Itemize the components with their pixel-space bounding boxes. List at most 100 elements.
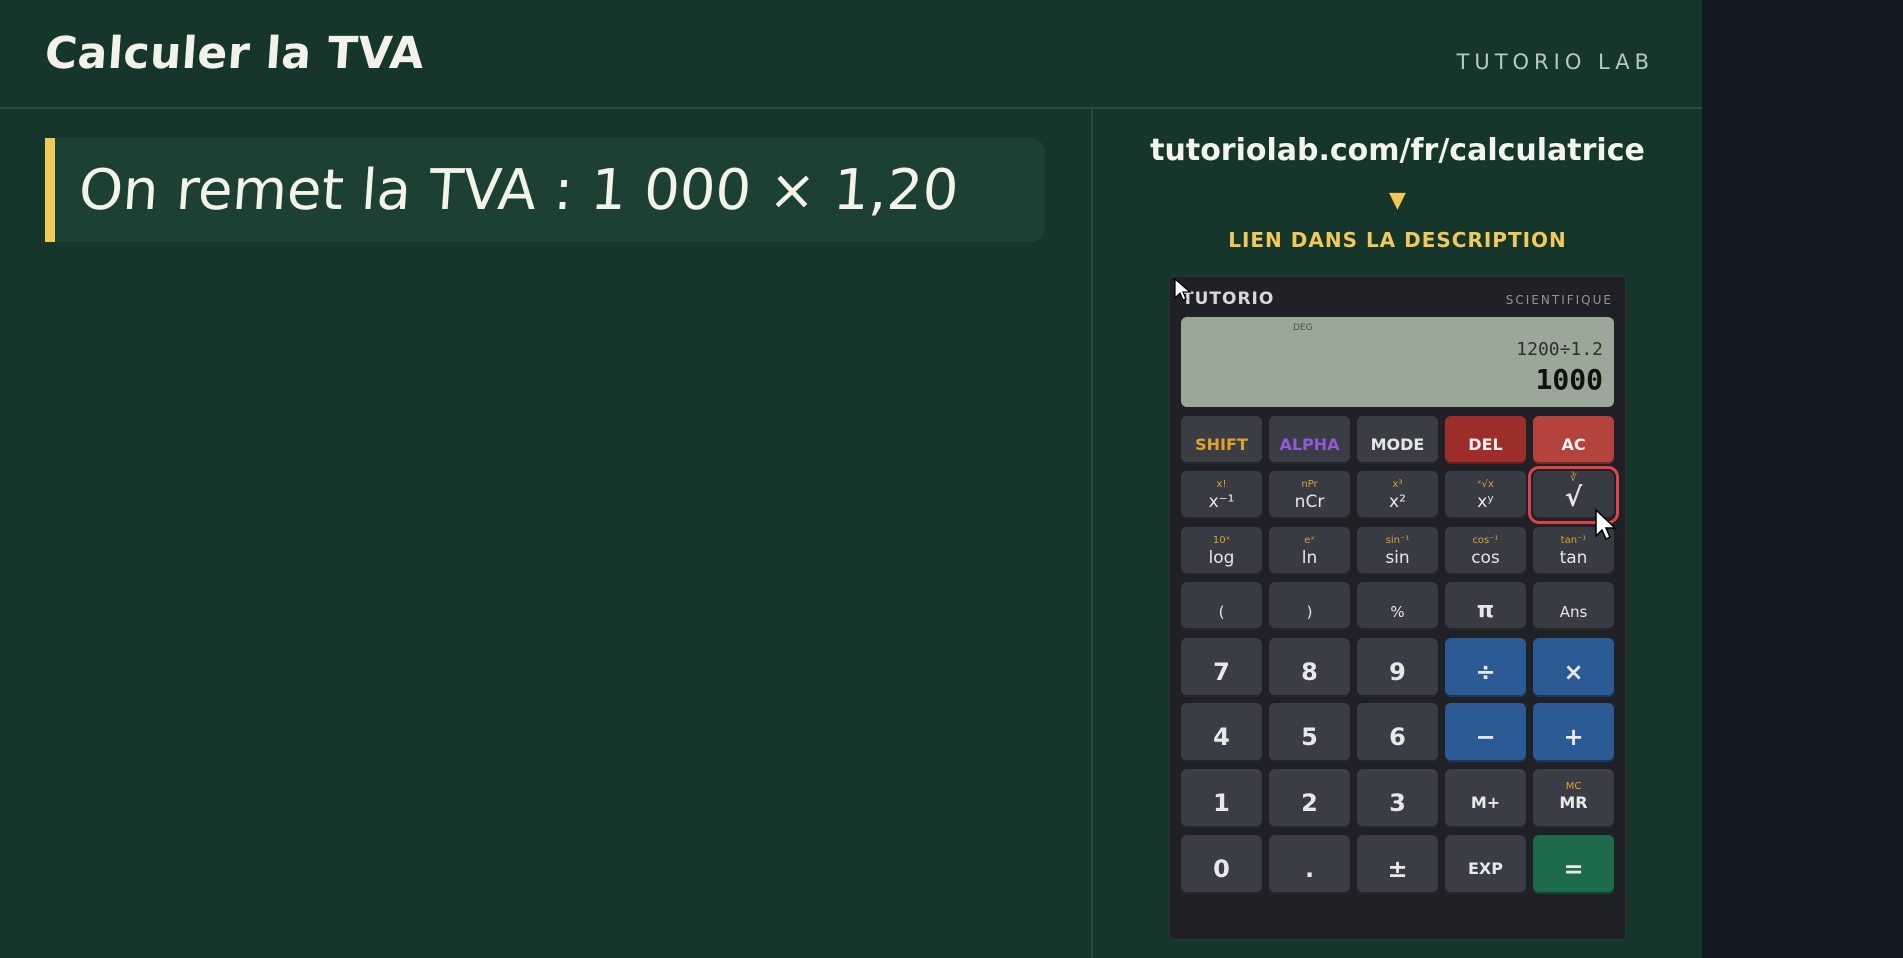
key-label: MR (1559, 793, 1588, 812)
key-secondary-label: MC (1565, 781, 1582, 792)
calculator-model: SCIENTIFIQUE (1505, 293, 1613, 307)
key-label: π (1476, 598, 1495, 623)
pi-key[interactable]: π (1445, 582, 1526, 630)
key-secondary-label: cos⁻¹ (1472, 535, 1499, 546)
key-label: M+ (1470, 793, 1501, 812)
multiply-key[interactable]: × (1533, 638, 1614, 697)
step-accent-bar (45, 138, 55, 242)
subtract-key[interactable]: − (1445, 703, 1526, 762)
reciprocal-key[interactable]: x! x⁻¹ (1181, 471, 1262, 519)
digit-5-key[interactable]: 5 (1269, 703, 1350, 762)
key-label: − (1475, 723, 1496, 751)
key-label: EXP (1468, 859, 1503, 878)
key-label: 9 (1389, 658, 1406, 686)
open-paren-key[interactable]: ( (1181, 582, 1262, 630)
mode-key[interactable]: MODE (1357, 416, 1438, 464)
angle-mode-indicator: DEG (1293, 323, 1313, 333)
promo-link-label: LIEN DANS LA DESCRIPTION (1228, 228, 1567, 252)
digit-1-key[interactable]: 1 (1181, 769, 1262, 828)
decimal-point-key[interactable]: . (1269, 835, 1350, 894)
digit-8-key[interactable]: 8 (1269, 638, 1350, 697)
step-callout: On remet la TVA : 1 000 × 1,20 (45, 138, 1045, 242)
key-label: tan (1559, 548, 1588, 568)
key-label: Ans (1559, 603, 1588, 621)
key-label: ± (1387, 855, 1408, 883)
key-label: = (1563, 855, 1584, 883)
key-label: x⁻¹ (1208, 492, 1235, 512)
ln-key[interactable]: eˣ ln (1269, 527, 1350, 575)
alpha-key[interactable]: ALPHA (1269, 416, 1350, 464)
calculator: TUTORIO SCIENTIFIQUE DEG 1200÷1.2 1000 S… (1169, 276, 1626, 940)
power-key[interactable]: ˣ√x xʸ (1445, 471, 1526, 519)
digit-7-key[interactable]: 7 (1181, 638, 1262, 697)
display-result: 1000 (1535, 363, 1603, 396)
mouse-pointer-icon (1595, 508, 1617, 541)
square-key[interactable]: x³ x² (1357, 471, 1438, 519)
key-label: sin (1385, 548, 1410, 568)
key-secondary-label: x! (1216, 479, 1227, 490)
memory-recall-key[interactable]: MC MR (1533, 769, 1614, 828)
memory-add-key[interactable]: M+ (1445, 769, 1526, 828)
display-expression: 1200÷1.2 (1516, 339, 1603, 360)
header-divider (0, 107, 1702, 109)
key-label: ALPHA (1279, 435, 1340, 454)
calculator-display: DEG 1200÷1.2 1000 (1181, 317, 1614, 407)
key-label: 0 (1213, 855, 1230, 883)
key-secondary-label: ˣ√x (1477, 479, 1494, 490)
percent-key[interactable]: % (1357, 582, 1438, 630)
divide-key[interactable]: ÷ (1445, 638, 1526, 697)
promo-url: tutoriolab.com/fr/calculatrice (1150, 133, 1645, 168)
key-secondary-label: nPr (1301, 479, 1318, 490)
key-label: × (1563, 658, 1584, 686)
calculator-brand: TUTORIO (1182, 289, 1275, 309)
ans-key[interactable]: Ans (1533, 582, 1614, 630)
key-label: 6 (1389, 723, 1406, 751)
key-label: xʸ (1477, 492, 1494, 512)
key-label: ( (1218, 603, 1225, 621)
key-label: ÷ (1475, 658, 1496, 686)
digit-2-key[interactable]: 2 (1269, 769, 1350, 828)
key-label: ln (1301, 548, 1318, 568)
slide-canvas: Calculer la TVA TUTORIO LAB On remet la … (0, 0, 1702, 958)
close-paren-key[interactable]: ) (1269, 582, 1350, 630)
key-label: log (1208, 548, 1235, 568)
side-margin (1702, 0, 1903, 958)
key-label: 4 (1213, 723, 1230, 751)
key-label: DEL (1468, 435, 1503, 454)
digit-4-key[interactable]: 4 (1181, 703, 1262, 762)
key-label: SHIFT (1195, 435, 1248, 454)
key-label: 7 (1213, 658, 1230, 686)
mouse-pointer-icon (1174, 278, 1192, 301)
key-label: 1 (1213, 789, 1230, 817)
negate-key[interactable]: ± (1357, 835, 1438, 894)
cos-key[interactable]: cos⁻¹ cos (1445, 527, 1526, 575)
digit-0-key[interactable]: 0 (1181, 835, 1262, 894)
key-label: . (1304, 855, 1315, 883)
all-clear-key[interactable]: AC (1533, 416, 1614, 464)
key-label: MODE (1370, 435, 1425, 454)
key-label: 5 (1301, 723, 1318, 751)
key-secondary-label: 10ˣ (1212, 535, 1231, 546)
exponent-key[interactable]: EXP (1445, 835, 1526, 894)
key-label: 8 (1301, 658, 1318, 686)
log-key[interactable]: 10ˣ log (1181, 527, 1262, 575)
digit-3-key[interactable]: 3 (1357, 769, 1438, 828)
digit-9-key[interactable]: 9 (1357, 638, 1438, 697)
down-arrow-icon: ▼ (1389, 188, 1406, 213)
sin-key[interactable]: sin⁻¹ sin (1357, 527, 1438, 575)
brand-label: TUTORIO LAB (1456, 50, 1654, 74)
key-label: nCr (1294, 492, 1325, 512)
key-label: AC (1561, 435, 1586, 454)
step-text: On remet la TVA : 1 000 × 1,20 (76, 158, 961, 223)
page-title: Calculer la TVA (43, 28, 426, 79)
shift-key[interactable]: SHIFT (1181, 416, 1262, 464)
ncr-key[interactable]: nPr nCr (1269, 471, 1350, 519)
key-label: x² (1389, 492, 1406, 512)
key-label: cos (1471, 548, 1500, 568)
key-label: 3 (1389, 789, 1406, 817)
delete-key[interactable]: DEL (1445, 416, 1526, 464)
equals-key[interactable]: = (1533, 835, 1614, 894)
add-key[interactable]: + (1533, 703, 1614, 762)
digit-6-key[interactable]: 6 (1357, 703, 1438, 762)
key-label: + (1563, 723, 1584, 751)
